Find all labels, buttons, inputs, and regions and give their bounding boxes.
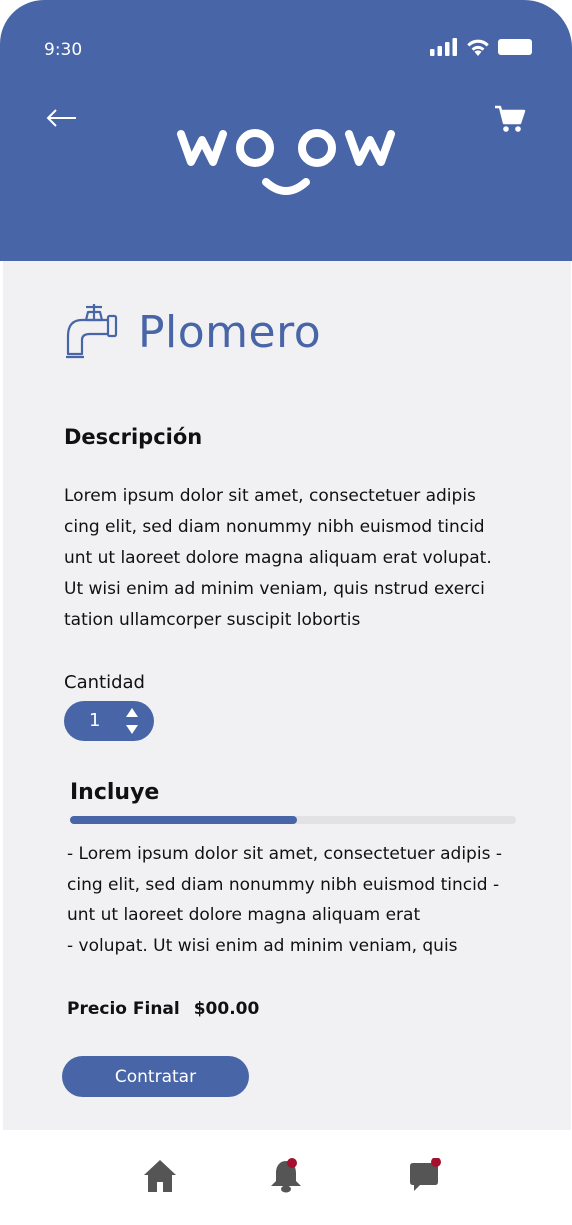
includes-heading: Incluye: [70, 780, 160, 805]
page-title: Plomero: [138, 306, 322, 358]
quantity-value: 1: [89, 710, 101, 731]
notification-badge: [287, 1158, 297, 1168]
description-line: Lorem ipsum dolor sit amet, consectetuer…: [64, 486, 476, 506]
includes-progress-bar: [70, 816, 516, 824]
includes-list: - Lorem ipsum dolor sit amet, consectetu…: [67, 839, 537, 961]
hire-button[interactable]: Contratar: [62, 1056, 249, 1097]
increment-arrow-icon[interactable]: [126, 708, 138, 717]
includes-progress-fill: [70, 816, 298, 824]
service-title-row: Plomero: [64, 302, 321, 362]
faucet-icon: [66, 304, 118, 359]
woow-logo: [177, 129, 395, 195]
chat-icon[interactable]: [406, 1158, 442, 1194]
price-value: $00.00: [193, 999, 260, 1019]
description-line: unt ut laoreet dolore magna aliquam erat…: [64, 548, 492, 568]
description-heading: Descripción: [64, 425, 203, 449]
description-line: Ut wisi enim ad minim veniam, quis nstru…: [64, 579, 485, 599]
stepper-arrows: [126, 708, 138, 734]
list-item: - volupat. Ut wisi enim ad minim veniam,…: [67, 935, 458, 956]
list-item: unt ut laoreet dolore magna aliquam erat: [67, 905, 421, 925]
back-arrow-icon[interactable]: [46, 104, 78, 132]
price-row: Precio Final $00.00: [67, 999, 259, 1019]
status-time: 9:30: [44, 40, 83, 60]
description-line: tation ullamcorper suscipit lobortis: [64, 610, 361, 630]
price-label: Precio Final: [67, 999, 180, 1019]
home-icon[interactable]: [142, 1158, 178, 1194]
decrement-arrow-icon[interactable]: [126, 725, 138, 734]
app-header: 9:30: [0, 0, 572, 261]
quantity-stepper[interactable]: 1: [64, 701, 154, 741]
description-line: cing elit, sed diam nonummy nibh euismod…: [64, 517, 485, 537]
signal-icon: [430, 38, 457, 56]
list-item: cing elit, sed diam nonummy nibh euismod…: [67, 874, 500, 895]
list-item: - Lorem ipsum dolor sit amet, consectetu…: [67, 844, 502, 864]
phone-screen: 9:30 Plomero Descripción Lorem ipsum dol…: [0, 0, 572, 1225]
battery-icon: [498, 39, 532, 55]
status-icons: [430, 38, 532, 56]
bell-icon[interactable]: [268, 1158, 304, 1194]
quantity-label: Cantidad: [64, 672, 145, 693]
bottom-nav: [0, 1130, 572, 1225]
description-text: Lorem ipsum dolor sit amet, consectetuer…: [64, 481, 524, 636]
wifi-icon: [467, 39, 489, 56]
cart-icon[interactable]: [494, 104, 526, 134]
